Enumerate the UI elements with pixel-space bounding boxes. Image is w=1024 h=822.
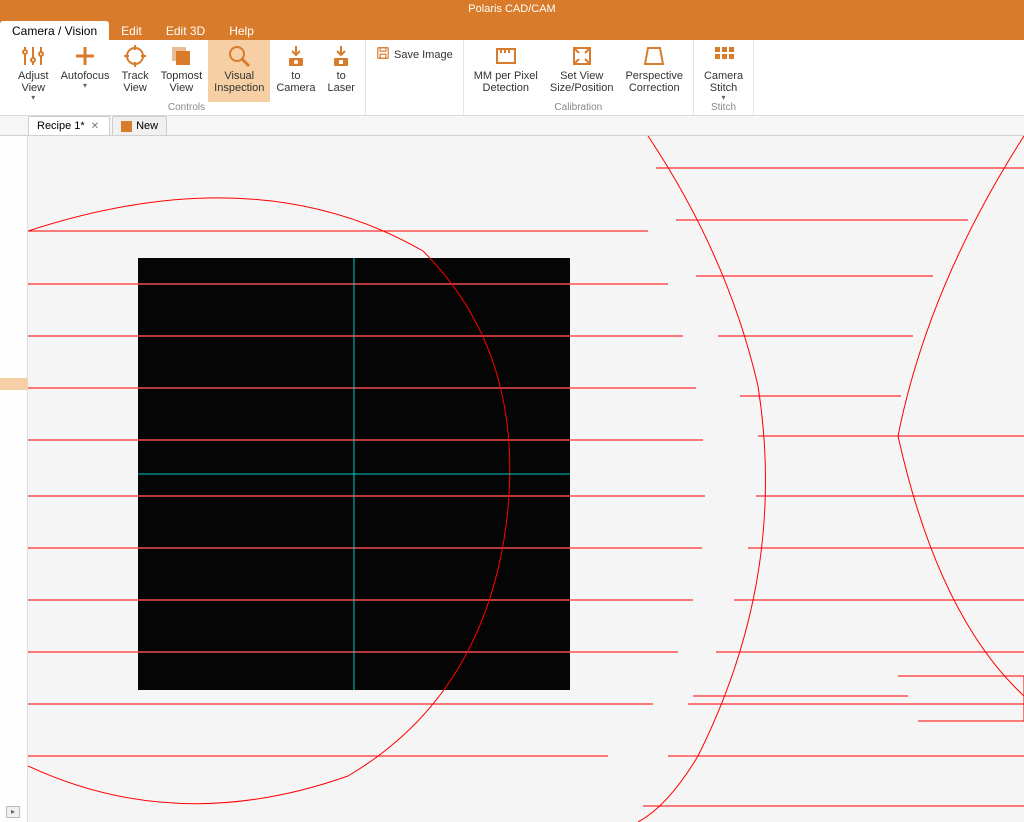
close-icon[interactable]: ✕ [89,121,101,132]
cad-drawing [28,136,1024,822]
tab-help[interactable]: Help [217,21,266,40]
chevron-down-icon: ▾ [31,93,35,102]
tab-edit[interactable]: Edit [109,21,154,40]
visual-inspection-label: Visual Inspection [214,70,264,94]
tab-camera-vision[interactable]: Camera / Vision [0,21,109,40]
side-panel-highlight [0,378,28,390]
arrow-down-camera-icon [284,44,308,68]
mm-per-pixel-label: MM per Pixel Detection [474,70,538,94]
sliders-icon [21,44,45,68]
to-laser-label: to Laser [327,70,355,94]
save-image-label: Save Image [394,49,453,61]
set-view-button[interactable]: Set View Size/Position [544,40,620,102]
title-bar: Polaris CAD/CAM [0,0,1024,18]
stitch-caption: Stitch [711,102,736,115]
adjust-view-button[interactable]: Adjust View ▾ [12,40,55,102]
save-icon [376,46,390,63]
camera-stitch-label: Camera Stitch [704,70,743,94]
autofocus-button[interactable]: Autofocus ▾ [55,40,116,102]
set-view-label: Set View Size/Position [550,70,614,94]
resize-icon [570,44,594,68]
controls-caption: Controls [168,102,205,115]
tab-edit-3d[interactable]: Edit 3D [154,21,217,40]
camera-stitch-button[interactable]: Camera Stitch ▾ [698,40,749,102]
ribbon-group-stitch: Camera Stitch ▾ Stitch [694,40,754,115]
to-camera-button[interactable]: to Camera [270,40,321,102]
app-title: Polaris CAD/CAM [468,3,555,15]
ribbon-group-save: Save Image [366,40,464,115]
side-panel: ▸ [0,136,28,822]
arrow-down-laser-icon [329,44,353,68]
doc-tab-recipe[interactable]: Recipe 1* ✕ [28,116,110,135]
grid-icon [712,44,736,68]
chevron-down-icon: ▾ [722,93,726,102]
ribbon: Adjust View ▾ Autofocus ▾ Track View [0,40,1024,116]
magnify-icon [227,44,251,68]
doc-tab-label: New [136,120,158,132]
visual-inspection-button[interactable]: Visual Inspection [208,40,270,102]
scroll-right-button[interactable]: ▸ [6,806,20,818]
ribbon-group-controls: Adjust View ▾ Autofocus ▾ Track View [8,40,366,115]
menu-tabs: Camera / Vision Edit Edit 3D Help [0,18,1024,40]
layers-icon [169,44,193,68]
perspective-button[interactable]: Perspective Correction [619,40,688,102]
to-laser-button[interactable]: to Laser [321,40,361,102]
perspective-icon [642,44,666,68]
workspace: ▸ [0,136,1024,822]
crosshair-icon [123,44,147,68]
track-view-label: Track View [122,70,149,94]
perspective-label: Perspective Correction [625,70,682,94]
adjust-view-label: Adjust View [18,70,49,94]
doc-tab-new[interactable]: New [112,116,167,135]
doc-tab-label: Recipe 1* [37,120,85,132]
cad-canvas[interactable] [28,136,1024,822]
calibration-caption: Calibration [554,102,602,115]
plus-icon [73,44,97,68]
to-camera-label: to Camera [276,70,315,94]
track-view-button[interactable]: Track View [116,40,155,102]
chevron-down-icon: ▾ [83,81,87,90]
file-icon [121,121,132,132]
topmost-view-label: Topmost View [161,70,203,94]
ribbon-group-calibration: MM per Pixel Detection Set View Size/Pos… [464,40,694,115]
topmost-view-button[interactable]: Topmost View [155,40,209,102]
document-tabs: Recipe 1* ✕ New [0,116,1024,136]
save-image-button[interactable]: Save Image [370,44,459,65]
mm-per-pixel-button[interactable]: MM per Pixel Detection [468,40,544,102]
ruler-icon [494,44,518,68]
